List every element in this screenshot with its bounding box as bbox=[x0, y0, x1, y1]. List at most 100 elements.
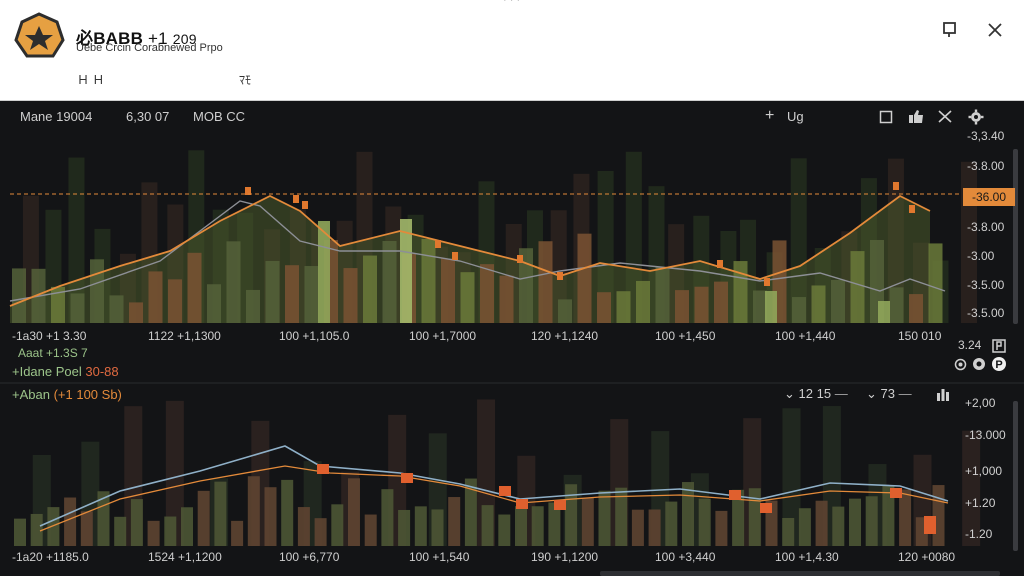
main-x-label: -1a30 +1 3.30 bbox=[12, 329, 87, 343]
candle-marker bbox=[435, 240, 441, 248]
settings-gear-icon[interactable] bbox=[968, 109, 984, 125]
highlight-bar bbox=[400, 219, 412, 323]
sub-bar bbox=[114, 516, 127, 546]
mode-readout: MOB CC bbox=[193, 109, 245, 124]
tool-icons[interactable]: ﾏﾓ bbox=[239, 71, 251, 88]
horizontal-scrollbar[interactable] bbox=[600, 571, 1000, 576]
square-icon[interactable] bbox=[879, 110, 893, 124]
clear-drawings-icon[interactable] bbox=[937, 109, 953, 124]
main-x-label: 150 010 bbox=[898, 329, 942, 343]
ug-button[interactable]: Ug bbox=[787, 109, 804, 124]
corner-label: 3.24 bbox=[958, 338, 982, 352]
volume-bar bbox=[480, 264, 494, 323]
sub-bar bbox=[231, 520, 244, 546]
volume-bar bbox=[499, 275, 514, 323]
volume-bar bbox=[636, 280, 650, 323]
svg-text:P: P bbox=[995, 359, 1002, 371]
sub-bar bbox=[448, 497, 461, 546]
remove-indicator-icon[interactable]: P bbox=[991, 356, 1007, 372]
legend-indicator-name: +Idane Poel bbox=[12, 364, 82, 379]
sub-control-2[interactable]: ⌄ 73 — bbox=[866, 386, 912, 402]
volume-bar bbox=[441, 258, 455, 323]
sub-bar bbox=[348, 478, 360, 546]
sub-marker bbox=[924, 516, 936, 534]
main-y-label: -3,3.40 bbox=[967, 129, 1005, 143]
sub-bar bbox=[682, 482, 694, 546]
sub-y-label: -1.20 bbox=[965, 527, 993, 541]
chevron-down-icon: ⌄ bbox=[866, 386, 877, 401]
restore-window-icon[interactable] bbox=[941, 20, 959, 38]
thumbs-up-icon[interactable] bbox=[908, 109, 924, 124]
sub-bar bbox=[80, 511, 93, 546]
lock-scale-icon[interactable] bbox=[991, 338, 1007, 354]
sub-marker bbox=[401, 473, 413, 483]
app-header: 必BABB +1 209 Uebe Crcin Corabnewed Prpo … bbox=[0, 0, 1024, 101]
sub-bar bbox=[247, 476, 260, 546]
legend-line-2: +Idane Poel 30-88 bbox=[12, 364, 119, 379]
highlight-bar bbox=[878, 301, 890, 323]
highlight-bar bbox=[765, 291, 777, 323]
sub-control-1[interactable]: ⌄ 12 15 — bbox=[784, 386, 848, 402]
volume-bar bbox=[285, 265, 299, 323]
sub-bar bbox=[197, 490, 210, 546]
bar-chart-icon[interactable] bbox=[936, 387, 950, 401]
volume-bar bbox=[616, 291, 631, 323]
sub-bar bbox=[631, 509, 644, 546]
sub-control-1-value: 12 15 bbox=[798, 386, 832, 401]
main-x-label: 100 +1,440 bbox=[775, 329, 836, 343]
volume-bar bbox=[129, 302, 143, 323]
sub-bar bbox=[414, 506, 427, 546]
sub-bar bbox=[381, 489, 394, 546]
candle-marker bbox=[909, 205, 915, 213]
main-scrollbar[interactable] bbox=[1013, 149, 1018, 324]
sub-bar bbox=[481, 505, 494, 546]
volume-bar bbox=[90, 259, 104, 323]
main-y-label: -3.8.00 bbox=[967, 159, 1005, 173]
volume-bar bbox=[187, 252, 202, 323]
candle-marker bbox=[452, 252, 458, 260]
sub-scrollbar[interactable] bbox=[1013, 401, 1018, 551]
sub-bar bbox=[64, 497, 77, 546]
app-subtitle: Uebe Crcin Corabnewed Prpo bbox=[76, 42, 223, 54]
candle-marker bbox=[557, 272, 563, 280]
sub-bar bbox=[565, 484, 578, 546]
more-dots-icon[interactable]: · · · bbox=[503, 0, 520, 6]
eye-icon[interactable] bbox=[954, 358, 967, 371]
sub-bar bbox=[130, 499, 143, 546]
sub-marker bbox=[499, 486, 511, 496]
close-icon[interactable] bbox=[985, 20, 1005, 40]
hide-icon[interactable] bbox=[972, 357, 986, 371]
sub-bar bbox=[648, 509, 661, 546]
sub-bar bbox=[398, 509, 411, 546]
main-x-label: 1122 +1,1300 bbox=[148, 329, 221, 343]
sub-title-name: +Aban bbox=[12, 387, 50, 402]
app-logo-icon bbox=[14, 12, 65, 58]
legend-indicator-value: 30-88 bbox=[85, 364, 119, 379]
sub-x-label: -1a20 +1185.0 bbox=[12, 550, 89, 564]
candle-marker bbox=[764, 278, 770, 286]
sub-bar bbox=[147, 520, 160, 546]
candle-marker bbox=[517, 255, 523, 263]
candle-marker bbox=[293, 195, 299, 203]
volume-bar bbox=[109, 295, 124, 323]
sub-x-label: 190 +1,1200 bbox=[531, 550, 599, 564]
sub-bar bbox=[281, 479, 294, 546]
sub-bar bbox=[515, 506, 527, 546]
grid-icons[interactable]: Ｈ Ｈ bbox=[77, 71, 104, 88]
sub-y-label: +1.20 bbox=[965, 496, 996, 510]
sub-bar bbox=[865, 496, 878, 546]
sub-x-label: 100 +1,4.30 bbox=[775, 550, 839, 564]
volume-bar bbox=[538, 241, 553, 323]
volume-bar bbox=[168, 279, 182, 323]
add-indicator-button[interactable]: + bbox=[765, 107, 774, 125]
sub-bar bbox=[14, 518, 26, 546]
sub-bar bbox=[331, 504, 344, 546]
volume-bar bbox=[928, 243, 943, 323]
main-x-label: 100 +1,105.0 bbox=[279, 329, 350, 343]
sub-bar bbox=[782, 517, 795, 546]
volume-bar bbox=[909, 294, 923, 323]
sub-bar bbox=[314, 518, 327, 546]
main-y-label: -3.8.00 bbox=[967, 220, 1005, 234]
sub-bar bbox=[47, 507, 60, 546]
sub-bar bbox=[665, 501, 678, 546]
